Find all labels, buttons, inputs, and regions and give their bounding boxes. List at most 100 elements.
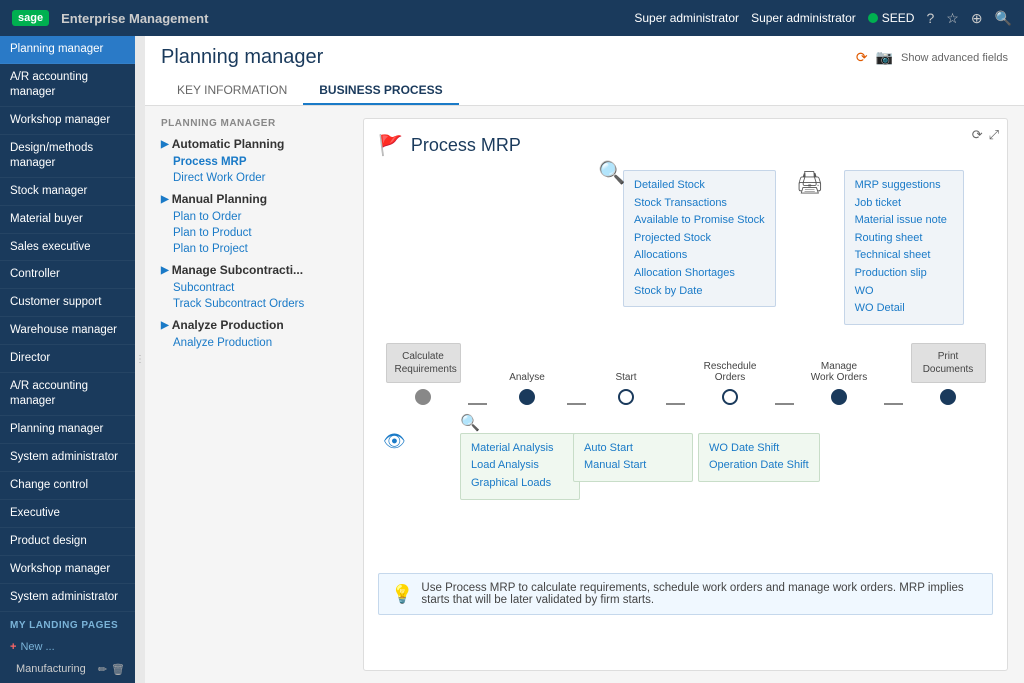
link-graphical-loads[interactable]: Graphical Loads (471, 475, 569, 493)
nav-icon[interactable]: ⊕ (971, 10, 983, 27)
link-stock-transactions[interactable]: Stock Transactions (634, 195, 765, 213)
landing-sage-ei[interactable]: Sage Enterprise Intelligence ✏ 🗑 (0, 680, 135, 683)
sidebar-item-workshop2[interactable]: Workshop manager (0, 556, 135, 584)
user1-label: Super administrator (634, 11, 739, 25)
link-allocation-shortages[interactable]: Allocation Shortages (634, 265, 765, 283)
flow-diagram: CalculateRequirements Analyse Star (378, 343, 993, 615)
dot-reschedule (722, 389, 738, 405)
camera-icon[interactable]: 📷 (876, 49, 893, 66)
tree-group-analyze-label: Analyze Production (172, 318, 284, 332)
sidebar-item-warehouse[interactable]: Warehouse manager (0, 317, 135, 345)
link-material-analysis[interactable]: Material Analysis (471, 440, 569, 458)
link-load-analysis[interactable]: Load Analysis (471, 457, 569, 475)
landing-manufacturing[interactable]: Manufacturing ✏ 🗑 (0, 659, 135, 680)
link-wo[interactable]: WO (855, 283, 953, 301)
stage-reschedule-label: RescheduleOrders (704, 361, 757, 383)
link-available-to-promise[interactable]: Available to Promise Stock (634, 212, 765, 230)
info-note-text: Use Process MRP to calculate requirement… (421, 582, 980, 606)
sidebar-item-material[interactable]: Material buyer (0, 206, 135, 234)
main-content: Planning manager ⟳ 📷 Show advanced field… (145, 36, 1024, 683)
resize-handle[interactable]: ⋮ (135, 36, 145, 683)
tree-link-direct-wo[interactable]: Direct Work Order (161, 170, 351, 186)
stage-calculate: CalculateRequirements (378, 343, 468, 405)
tab-business-process[interactable]: BUSINESS PROCESS (303, 77, 458, 105)
sidebar-item-product[interactable]: Product design (0, 528, 135, 556)
sidebar-item-change[interactable]: Change control (0, 472, 135, 500)
magnifier-below-icon[interactable]: 🔍 (460, 413, 480, 433)
flow-details-row: 👁 🔍 Material Analysis Load Analysis Grap… (378, 413, 993, 513)
link-projected-stock[interactable]: Projected Stock (634, 230, 765, 248)
start-detail-box: Auto Start Manual Start (573, 433, 693, 482)
tree-link-process-mrp[interactable]: Process MRP (161, 154, 351, 170)
sidebar-item-planning2[interactable]: Planning manager (0, 416, 135, 444)
link-operation-date-shift[interactable]: Operation Date Shift (709, 457, 809, 475)
landing-manufacturing-label: Manufacturing (16, 663, 86, 675)
link-material-issue[interactable]: Material issue note (855, 212, 953, 230)
tree-group-automatic-label: Automatic Planning (172, 137, 285, 151)
info-box-docs: MRP suggestions Job ticket Material issu… (844, 170, 964, 325)
link-wo-detail[interactable]: WO Detail (855, 300, 953, 318)
sidebar-item-sales[interactable]: Sales executive (0, 234, 135, 262)
stage-start: Start (586, 372, 666, 405)
link-technical-sheet[interactable]: Technical sheet (855, 247, 953, 265)
sidebar-item-stock[interactable]: Stock manager (0, 178, 135, 206)
flag-icon: 🚩 (378, 133, 403, 158)
tree-link-plan-order[interactable]: Plan to Order (161, 209, 351, 225)
tree-link-track-subcontract[interactable]: Track Subcontract Orders (161, 296, 351, 312)
eye-icon[interactable]: 👁 (383, 431, 406, 452)
link-production-slip[interactable]: Production slip (855, 265, 953, 283)
edit-icon[interactable]: ✏ (98, 663, 107, 676)
sidebar-item-planning-manager[interactable]: Planning manager (0, 36, 135, 64)
main-layout: Planning manager A/R accounting manager … (0, 36, 1024, 683)
tree-group-subcontract: ▶ Manage Subcontracti... (161, 263, 351, 277)
link-detailed-stock[interactable]: Detailed Stock (634, 177, 765, 195)
new-label: New ... (20, 641, 54, 653)
tree-link-plan-project[interactable]: Plan to Project (161, 241, 351, 257)
tree-link-analyze[interactable]: Analyze Production (161, 335, 351, 351)
link-manual-start[interactable]: Manual Start (584, 457, 682, 475)
show-advanced-link[interactable]: Show advanced fields (901, 52, 1008, 64)
sidebar-item-controller[interactable]: Controller (0, 261, 135, 289)
new-landing-button[interactable]: + New ... (0, 635, 135, 659)
link-job-ticket[interactable]: Job ticket (855, 195, 953, 213)
landing-actions: ✏ 🗑 (98, 663, 125, 676)
sidebar-item-sysadmin2[interactable]: System administrator (0, 584, 135, 612)
tree-arrow-icon4: ▶ (161, 320, 169, 331)
tree-group-analyze: ▶ Analyze Production (161, 318, 351, 332)
link-allocations[interactable]: Allocations (634, 247, 765, 265)
search-icon[interactable]: 🔍 (995, 10, 1012, 27)
stage-reschedule: RescheduleOrders (685, 361, 775, 405)
tab-key-information[interactable]: KEY INFORMATION (161, 77, 303, 105)
link-mrp-suggestions[interactable]: MRP suggestions (855, 177, 953, 195)
search-detail-icon[interactable]: 🔍 (598, 160, 625, 186)
sidebar-item-executive[interactable]: Executive (0, 500, 135, 528)
sidebar-item-ar-accounting[interactable]: A/R accounting manager (0, 64, 135, 107)
seed-label: SEED (882, 11, 915, 25)
process-title-row: 🚩 Process MRP (378, 133, 993, 158)
reschedule-detail-box: WO Date Shift Operation Date Shift (698, 433, 820, 482)
flow-line-1 (468, 403, 487, 405)
tree-link-plan-product[interactable]: Plan to Product (161, 225, 351, 241)
refresh-diagram-icon[interactable]: ⟳ (972, 127, 983, 143)
link-routing-sheet[interactable]: Routing sheet (855, 230, 953, 248)
delete-icon[interactable]: 🗑 (111, 663, 125, 676)
tree-group-subcontract-label: Manage Subcontracti... (172, 263, 303, 277)
printer-icon[interactable]: 🖨 (796, 170, 824, 196)
user2-label: Super administrator (751, 11, 856, 25)
sidebar-item-design[interactable]: Design/methods manager (0, 135, 135, 178)
tree-link-subcontract[interactable]: Subcontract (161, 280, 351, 296)
sidebar-item-ar2[interactable]: A/R accounting manager (0, 373, 135, 416)
help-icon[interactable]: ? (926, 10, 934, 26)
sidebar-item-workshop[interactable]: Workshop manager (0, 107, 135, 135)
link-auto-start[interactable]: Auto Start (584, 440, 682, 458)
diagram-controls: ⟳ ⤢ (972, 127, 999, 143)
link-wo-date-shift[interactable]: WO Date Shift (709, 440, 809, 458)
sidebar-item-customer[interactable]: Customer support (0, 289, 135, 317)
sidebar-item-director[interactable]: Director (0, 345, 135, 373)
link-stock-by-date[interactable]: Stock by Date (634, 283, 765, 301)
seed-dot (868, 13, 878, 23)
refresh-icon[interactable]: ⟳ (856, 49, 868, 66)
fullscreen-icon[interactable]: ⤢ (989, 127, 999, 143)
sidebar-item-sysadmin[interactable]: System administrator (0, 444, 135, 472)
star-icon[interactable]: ☆ (946, 10, 959, 27)
